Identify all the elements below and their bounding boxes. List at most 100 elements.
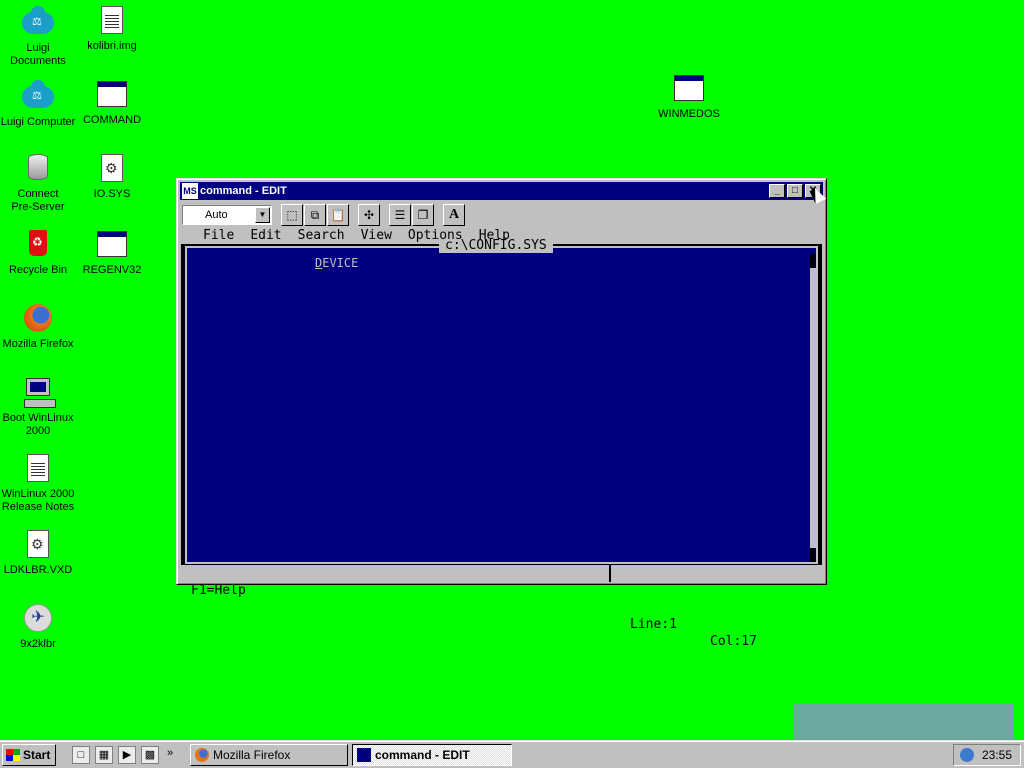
desktop-icon-release-notes[interactable]: WinLinux 2000 Release Notes <box>0 452 76 514</box>
show-desktop-icon[interactable]: □ <box>72 746 90 764</box>
task-label: Mozilla Firefox <box>213 748 291 762</box>
menu-edit[interactable]: Edit <box>250 228 281 243</box>
desktop-icon-label: Release Notes <box>1 501 75 513</box>
background-button[interactable]: ❐ <box>412 204 434 226</box>
copy-icon: ⧉ <box>310 208 320 222</box>
network-status-icon[interactable] <box>960 748 974 762</box>
fullscreen-icon: ✣ <box>363 208 375 222</box>
vertical-scrollbar[interactable] <box>810 254 816 562</box>
computer-icon <box>22 376 56 408</box>
status-col: Col:17 <box>710 634 757 649</box>
background-icon: ❐ <box>417 208 429 222</box>
desktop-icon-label: Boot WinLinux <box>2 412 74 424</box>
desktop-icon-label: COMMAND <box>82 114 142 126</box>
dos-console[interactable]: File Edit Search View Options Help DEVICE c:\… <box>181 227 822 649</box>
copy-button[interactable]: ⧉ <box>304 204 326 226</box>
desktop-icon-label: Documents <box>10 55 66 67</box>
mark-button[interactable]: ⬚ <box>281 204 303 226</box>
desktop-icon-luigi-documents[interactable]: Luigi Documents <box>0 6 76 68</box>
desktop-icon-ldklbr-vxd[interactable]: ⚙ LDKLBR.VXD <box>0 528 76 577</box>
desktop-icon-label: Luigi <box>26 42 50 54</box>
desktop-icon-label: kolibri.img <box>87 40 137 52</box>
file-title: c:\CONFIG.SYS <box>439 239 553 253</box>
window-titlebar[interactable]: MS command - EDIT _ □ ✕ <box>180 182 823 200</box>
task-label: command - EDIT <box>375 748 470 762</box>
menu-search[interactable]: Search <box>298 228 345 243</box>
recycle-bin-icon <box>22 228 54 260</box>
maximize-button[interactable]: □ <box>787 184 803 198</box>
desktop-icon-boot-winlinux[interactable]: Boot WinLinux 2000 <box>0 376 76 438</box>
desktop-icon-label: IO.SYS <box>93 188 131 200</box>
plane-icon: ✈ <box>22 602 54 634</box>
cloud-icon <box>22 6 54 38</box>
firefox-icon <box>22 302 54 334</box>
desktop-icon-label: 2000 <box>25 425 51 437</box>
status-help: F1=Help <box>191 583 246 598</box>
minimize-button[interactable]: _ <box>769 184 785 198</box>
edit-window[interactable]: MS command - EDIT _ □ ✕ Auto ▼ ⬚ ⧉ 📋 ✣ ☰… <box>176 178 827 649</box>
taskbar-button-command-edit[interactable]: command - EDIT <box>352 744 512 766</box>
desktop-icon-label: Mozilla Firefox <box>2 338 74 350</box>
desktop-icon-label: Recycle Bin <box>8 264 68 276</box>
media-player-icon[interactable]: ▶ <box>118 746 136 764</box>
window-icon <box>673 72 705 104</box>
window-title: command - EDIT <box>200 185 287 197</box>
desktop-icon-recycle-bin[interactable]: Recycle Bin <box>0 228 76 277</box>
taskbar: Start □ ▦ ▶ ▩ » Mozilla Firefox command … <box>0 740 1024 768</box>
network-icon[interactable]: ▦ <box>95 746 113 764</box>
menu-file[interactable]: File <box>203 228 234 243</box>
desktop-icon[interactable]: ▩ <box>141 746 159 764</box>
chevron-right-icon[interactable]: » <box>167 747 173 759</box>
editor-text-rest: EVICE <box>322 256 359 270</box>
system-tray: 23:55 <box>953 744 1021 766</box>
desktop-icon-command[interactable]: COMMAND <box>74 78 150 127</box>
database-icon <box>22 152 54 184</box>
desktop-icon-label: WINMEDOS <box>658 108 720 120</box>
system-file-icon: ⚙ <box>96 152 128 184</box>
properties-icon: ☰ <box>394 208 406 222</box>
desktop-icon-mozilla-firefox[interactable]: Mozilla Firefox <box>0 302 76 351</box>
start-button[interactable]: Start <box>2 744 56 766</box>
editor-area[interactable]: DEVICE <box>185 246 818 564</box>
mark-icon: ⬚ <box>286 208 298 222</box>
desktop-icon-label: LDKLBR.VXD <box>3 564 73 576</box>
desktop-icon-9x2klbr[interactable]: ✈ 9x2klbr <box>0 602 76 651</box>
editor-text: DEVICE <box>315 256 358 270</box>
desktop-icon-label: REGENV32 <box>82 264 142 276</box>
desktop-icon-io-sys[interactable]: ⚙ IO.SYS <box>74 152 150 201</box>
font-button[interactable]: A <box>443 204 465 226</box>
paste-button[interactable]: 📋 <box>327 204 349 226</box>
properties-button[interactable]: ☰ <box>389 204 411 226</box>
background-rectangle <box>794 704 1014 740</box>
firefox-icon <box>195 748 209 762</box>
ms-dos-app-icon[interactable]: MS <box>182 183 198 199</box>
desktop-icon-kolibri-img[interactable]: kolibri.img <box>74 4 150 53</box>
font-size-combo[interactable]: Auto ▼ <box>182 205 272 225</box>
clock[interactable]: 23:55 <box>982 748 1012 762</box>
text-document-icon <box>22 452 54 484</box>
fullscreen-button[interactable]: ✣ <box>358 204 380 226</box>
paste-icon: 📋 <box>330 208 346 222</box>
desktop-icon-label: Pre-Server <box>11 201 65 213</box>
menu-view[interactable]: View <box>361 228 392 243</box>
desktop-icon-label: 9x2klbr <box>20 638 56 650</box>
ms-dos-icon <box>357 748 371 762</box>
status-line: Line:1 <box>630 617 677 632</box>
taskbar-button-firefox[interactable]: Mozilla Firefox <box>190 744 348 766</box>
start-label: Start <box>23 748 51 762</box>
desktop-icon-connect-pre-server[interactable]: Connect Pre-Server <box>0 152 76 214</box>
window-icon <box>96 78 128 110</box>
status-separator <box>609 565 611 582</box>
desktop-icon-regenv32[interactable]: REGENV32 <box>74 228 150 277</box>
chevron-down-icon[interactable]: ▼ <box>255 207 270 223</box>
desktop-icon-luigi-computer[interactable]: Luigi Computer <box>0 80 76 129</box>
font-size-value: Auto <box>205 209 228 221</box>
system-file-icon: ⚙ <box>22 528 54 560</box>
window-toolbar: Auto ▼ ⬚ ⧉ 📋 ✣ ☰ ❐ A <box>181 203 822 227</box>
desktop-icon-label: WinLinux 2000 <box>1 488 75 500</box>
desktop-icon-label: Connect <box>17 188 59 200</box>
desktop-icon-winmedos[interactable]: WINMEDOS <box>651 72 727 121</box>
desktop-icon-label: Luigi Computer <box>0 116 76 128</box>
windows-logo-icon <box>6 749 20 761</box>
disk-image-icon <box>96 4 128 36</box>
